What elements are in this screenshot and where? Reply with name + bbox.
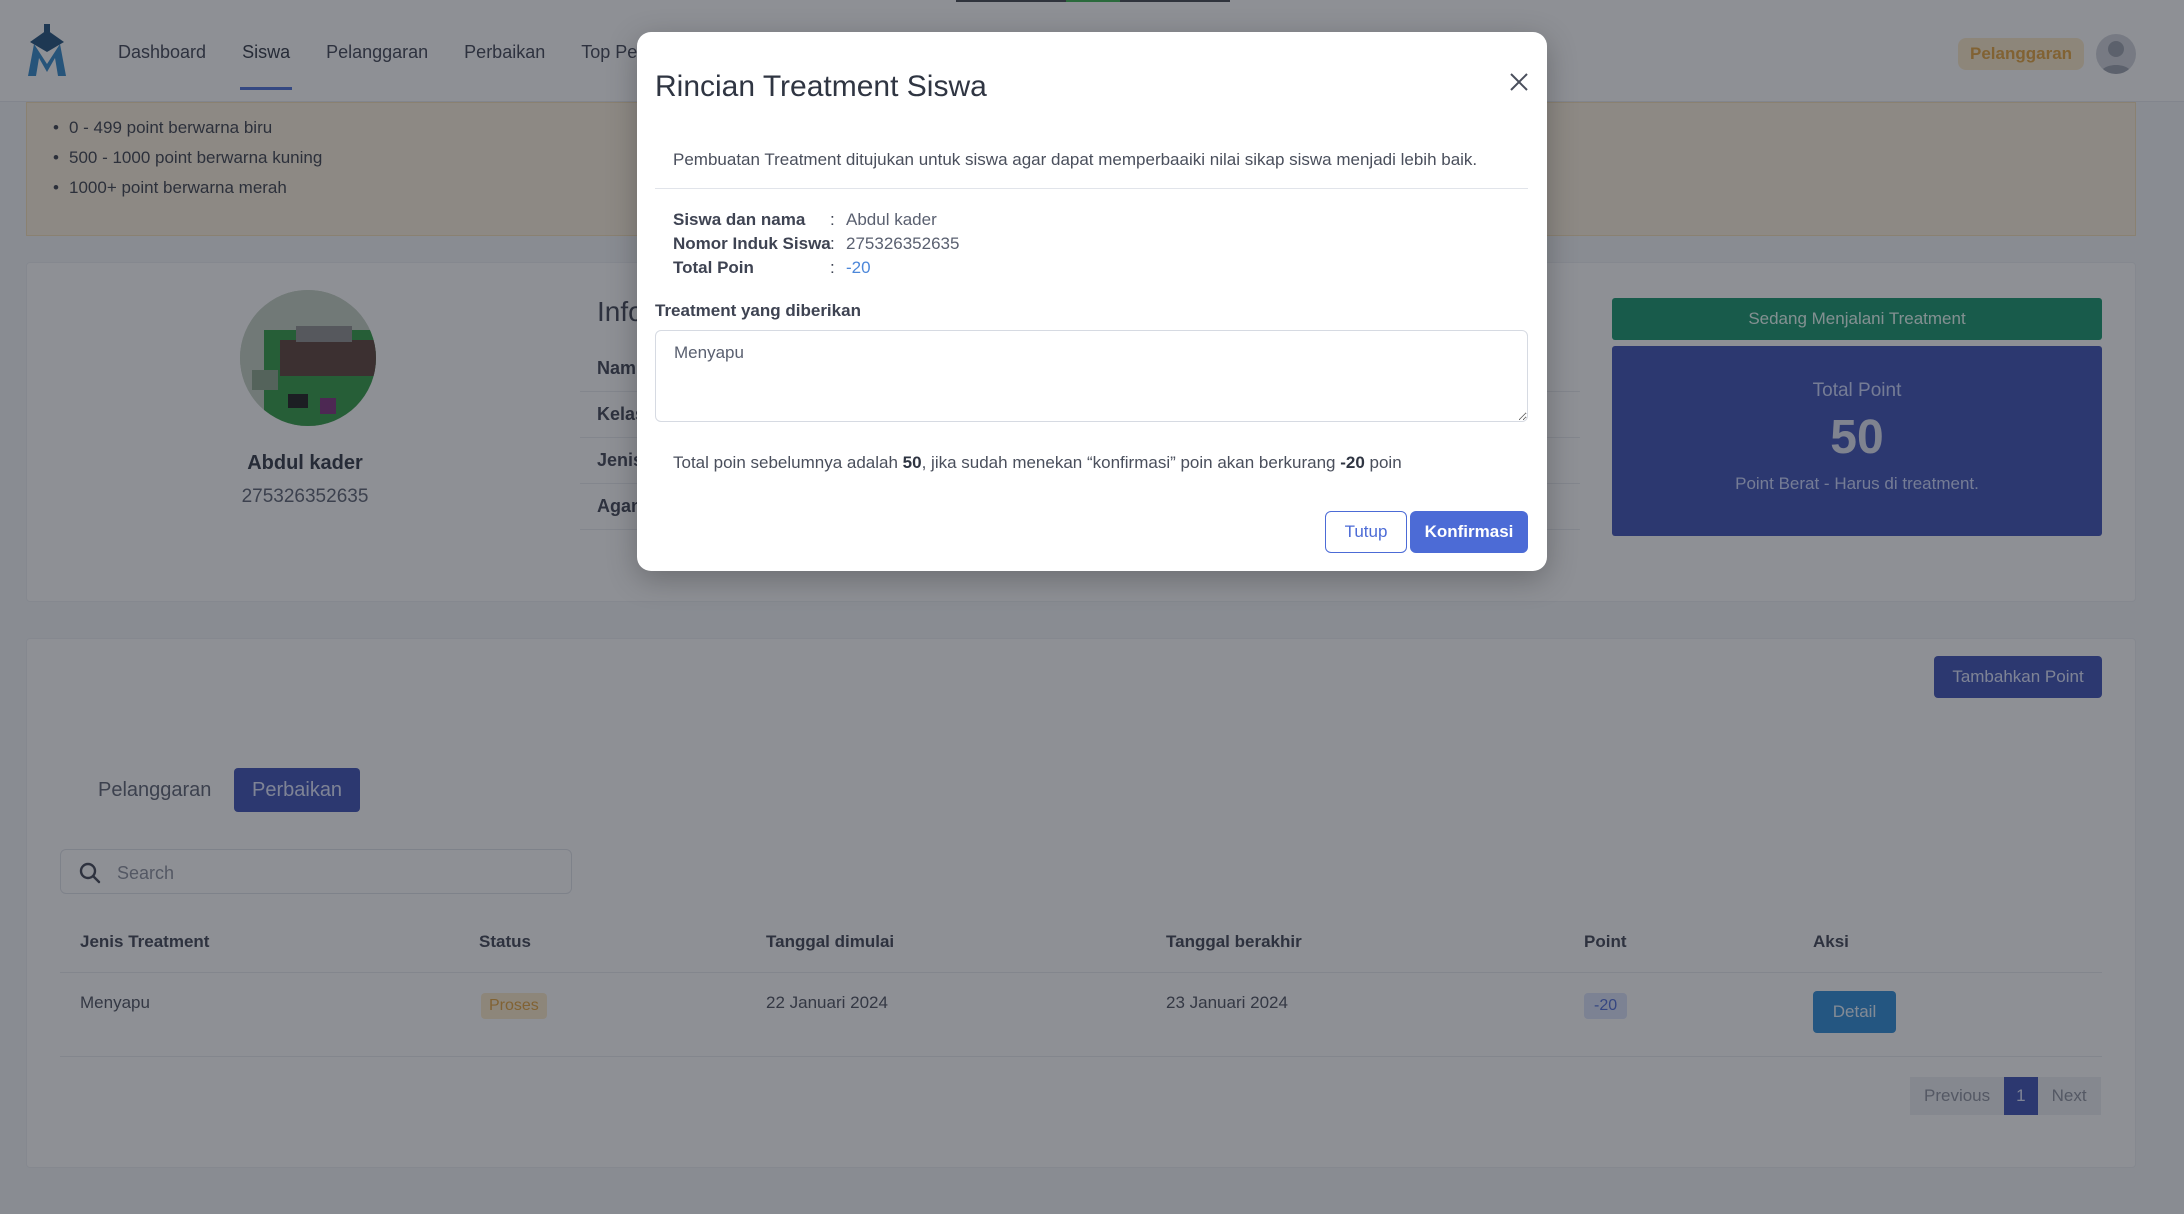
confirmation-note: Total poin sebelumnya adalah 50, jika su… [673,453,1402,473]
field-separator: : [830,210,835,229]
field-value: Abdul kader [846,210,937,229]
field-value: -20 [846,258,871,277]
treatment-textarea[interactable]: Menyapu [655,330,1528,422]
note-prefix: Total poin sebelumnya adalah [673,453,903,472]
note-previous-points: 50 [902,453,922,472]
field-label: Total Poin [673,258,754,277]
treatment-detail-modal: Rincian Treatment Siswa Pembuatan Treatm… [637,32,1547,571]
treatment-label: Treatment yang diberikan [655,301,861,320]
modal-title: Rincian Treatment Siswa [655,70,987,103]
field-value: 275326352635 [846,234,960,253]
note-suffix: poin [1364,453,1402,472]
field-label: Siswa dan nama [673,210,806,229]
modal-description: Pembuatan Treatment ditujukan untuk sisw… [673,150,1478,169]
confirm-button[interactable]: Konfirmasi [1410,511,1528,553]
modal-divider [655,188,1528,189]
note-middle: , jika sudah menekan “konfirmasi” poin a… [921,453,1341,472]
close-icon[interactable] [1507,70,1531,94]
note-reduction: -20 [1340,453,1365,472]
field-separator: : [830,258,835,277]
field-label: Nomor Induk Siswa [673,234,831,253]
close-button[interactable]: Tutup [1325,511,1407,553]
field-separator: : [830,234,835,253]
